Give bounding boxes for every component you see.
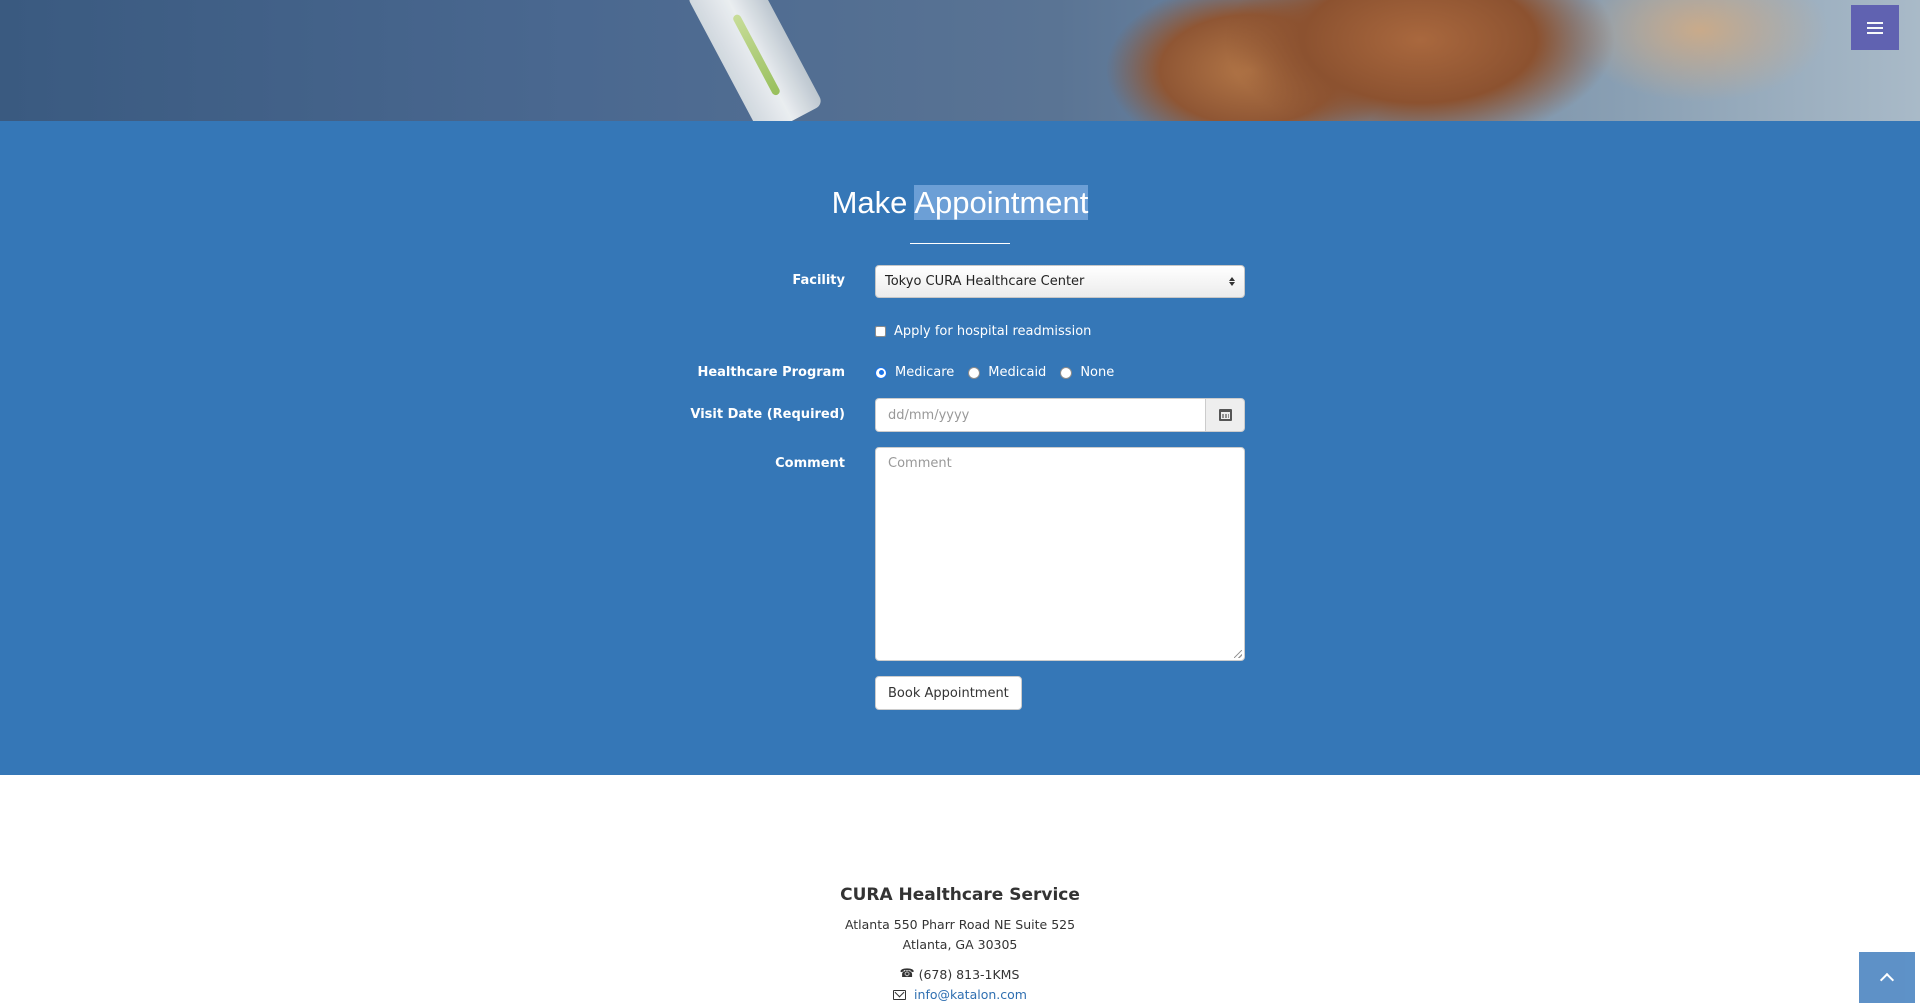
footer-email: info@katalon.com: [0, 987, 1920, 1002]
title-divider: [910, 243, 1010, 244]
hero-banner: [0, 0, 1920, 121]
program-radio-group: Medicare Medicaid None: [875, 365, 1128, 380]
select-arrows-icon: [1229, 277, 1235, 286]
footer-company-name: CURA Healthcare Service: [840, 885, 1080, 905]
footer-email-link[interactable]: info@katalon.com: [914, 987, 1027, 1002]
footer-phone-number: (678) 813-1KMS: [918, 967, 1020, 982]
phone-icon: [900, 966, 915, 980]
radio-medicare[interactable]: Medicare: [875, 365, 954, 380]
radio-medicare-dot[interactable]: [875, 366, 887, 379]
program-label: Healthcare Program: [697, 365, 845, 380]
hamburger-icon: [1867, 21, 1883, 34]
radio-medicaid-dot[interactable]: [968, 366, 981, 379]
chevron-up-icon: [1879, 972, 1895, 988]
footer-phone: (678) 813-1KMS: [0, 966, 1920, 983]
footer-address-line2: Atlanta, GA 30305: [902, 937, 1018, 952]
calendar-icon: [1218, 409, 1232, 421]
radio-medicaid-label[interactable]: Medicaid: [988, 365, 1046, 380]
radio-medicaid[interactable]: Medicaid: [968, 365, 1046, 380]
comment-textarea[interactable]: Comment: [875, 447, 1245, 661]
title-prefix: Make: [831, 185, 908, 220]
comment-placeholder: Comment: [888, 456, 952, 471]
readmission-label[interactable]: Apply for hospital readmission: [894, 324, 1091, 339]
radio-medicare-label[interactable]: Medicare: [895, 365, 954, 380]
visit-date-label: Visit Date (Required): [690, 407, 845, 422]
radio-none-dot[interactable]: [1060, 366, 1073, 379]
calendar-button[interactable]: [1205, 398, 1245, 432]
title-highlight: Appointment: [914, 185, 1089, 220]
facility-label: Facility: [792, 273, 845, 288]
readmission-checkbox[interactable]: [875, 326, 886, 337]
menu-toggle-button[interactable]: [1851, 5, 1899, 50]
facility-select[interactable]: Tokyo CURA Healthcare Center: [875, 265, 1245, 298]
thermometer-image: [686, 0, 824, 121]
radio-none[interactable]: None: [1060, 365, 1114, 380]
visit-date-input[interactable]: dd/mm/yyyy: [875, 398, 1205, 432]
scroll-to-top-button[interactable]: [1859, 952, 1915, 1003]
book-appointment-button[interactable]: Book Appointment: [875, 676, 1022, 710]
page-title: Make Appointment: [0, 185, 1920, 221]
facility-selected-value: Tokyo CURA Healthcare Center: [885, 274, 1085, 289]
radio-none-label[interactable]: None: [1080, 365, 1114, 380]
comment-label: Comment: [775, 456, 845, 471]
footer: CURA Healthcare Service Atlanta 550 Phar…: [0, 775, 1920, 1003]
appointment-section: Make Appointment Facility Tokyo CURA Hea…: [0, 121, 1920, 775]
envelope-icon: [893, 989, 907, 1000]
visit-date-group: dd/mm/yyyy: [875, 398, 1245, 432]
footer-address-line1: Atlanta 550 Pharr Road NE Suite 525: [844, 917, 1076, 932]
readmission-row: Apply for hospital readmission: [875, 324, 1091, 339]
resize-handle[interactable]: [1234, 650, 1242, 658]
